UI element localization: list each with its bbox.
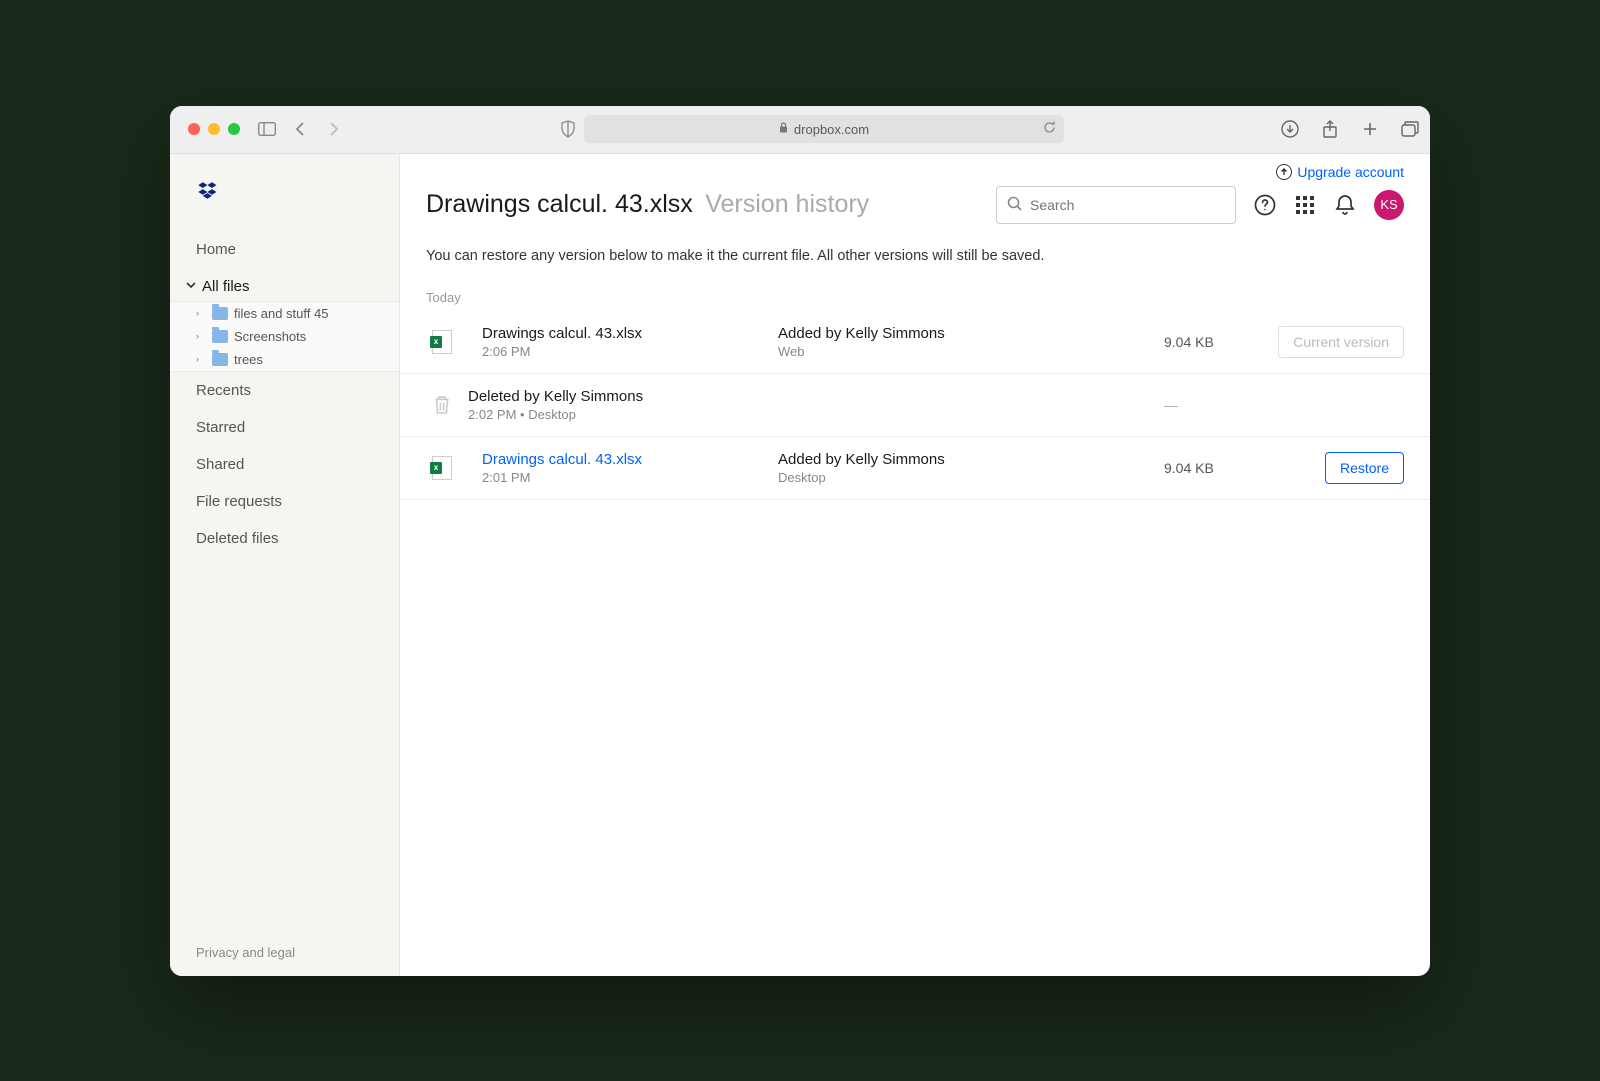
version-size: — bbox=[1164, 397, 1264, 413]
version-size: 9.04 KB bbox=[1164, 334, 1264, 350]
version-row[interactable]: Drawings calcul. 43.xlsx 2:06 PM Added b… bbox=[400, 311, 1430, 374]
version-file-name[interactable]: Drawings calcul. 43.xlsx bbox=[482, 451, 768, 468]
help-icon[interactable] bbox=[1254, 194, 1276, 216]
folder-icon bbox=[212, 307, 228, 320]
shield-icon[interactable] bbox=[560, 119, 576, 139]
chevron-down-icon bbox=[186, 281, 196, 292]
xlsx-file-icon bbox=[426, 452, 458, 484]
version-row-deleted[interactable]: Deleted by Kelly Simmons 2:02 PM • Deskt… bbox=[400, 374, 1430, 437]
avatar[interactable]: KS bbox=[1374, 190, 1404, 220]
search-input[interactable] bbox=[996, 186, 1236, 224]
page-subtitle: Version history bbox=[705, 190, 869, 218]
sidebar: Home All files › files and stuff 45 › Sc… bbox=[170, 154, 400, 976]
current-version-button: Current version bbox=[1278, 326, 1404, 358]
tree-item[interactable]: › Screenshots bbox=[170, 325, 399, 348]
trash-icon bbox=[426, 389, 458, 421]
sidebar-item-recents[interactable]: Recents bbox=[170, 372, 399, 409]
share-icon[interactable] bbox=[1320, 119, 1340, 139]
tabs-icon[interactable] bbox=[1400, 119, 1420, 139]
new-tab-icon[interactable] bbox=[1360, 119, 1380, 139]
version-source: Web bbox=[778, 344, 1154, 359]
safari-toolbar: dropbox.com bbox=[170, 106, 1430, 154]
minimize-window-button[interactable] bbox=[208, 123, 220, 135]
notifications-icon[interactable] bbox=[1334, 194, 1356, 216]
chevron-right-icon: › bbox=[196, 308, 206, 318]
main-content: Upgrade account Drawings calcul. 43.xlsx… bbox=[400, 154, 1430, 976]
lock-icon bbox=[779, 122, 788, 136]
tree-item[interactable]: › trees bbox=[170, 348, 399, 371]
sidebar-footer-link[interactable]: Privacy and legal bbox=[170, 929, 399, 976]
url-host: dropbox.com bbox=[794, 122, 869, 137]
version-added-by: Added by Kelly Simmons bbox=[778, 325, 1154, 342]
version-time: 2:01 PM bbox=[482, 470, 768, 485]
page-title-wrap: Drawings calcul. 43.xlsx Version history bbox=[426, 190, 869, 219]
sidebar-item-all-files[interactable]: All files bbox=[170, 268, 399, 301]
upgrade-icon bbox=[1276, 164, 1292, 180]
deleted-meta: 2:02 PM • Desktop bbox=[468, 407, 1154, 422]
sidebar-item-deleted-files[interactable]: Deleted files bbox=[170, 520, 399, 557]
sidebar-item-file-requests[interactable]: File requests bbox=[170, 483, 399, 520]
sidebar-item-starred[interactable]: Starred bbox=[170, 409, 399, 446]
upgrade-account-link[interactable]: Upgrade account bbox=[1276, 164, 1404, 180]
xlsx-file-icon bbox=[426, 326, 458, 358]
browser-window: dropbox.com bbox=[170, 106, 1430, 976]
version-row[interactable]: Drawings calcul. 43.xlsx 2:01 PM Added b… bbox=[400, 437, 1430, 500]
window-controls bbox=[188, 123, 240, 135]
chevron-right-icon: › bbox=[196, 354, 206, 364]
restore-note: You can restore any version below to mak… bbox=[400, 224, 1430, 272]
sidebar-item-shared[interactable]: Shared bbox=[170, 446, 399, 483]
section-label: Today bbox=[400, 272, 1430, 311]
apps-grid-icon[interactable] bbox=[1294, 194, 1316, 216]
version-added-by: Added by Kelly Simmons bbox=[778, 451, 1154, 468]
page-title: Drawings calcul. 43.xlsx bbox=[426, 190, 693, 218]
version-size: 9.04 KB bbox=[1164, 460, 1264, 476]
back-button[interactable] bbox=[290, 119, 310, 139]
restore-button[interactable]: Restore bbox=[1325, 452, 1404, 484]
version-time: 2:06 PM bbox=[482, 344, 768, 359]
folder-icon bbox=[212, 330, 228, 343]
address-bar[interactable]: dropbox.com bbox=[584, 115, 1064, 143]
version-file-name: Drawings calcul. 43.xlsx bbox=[482, 325, 768, 342]
sidebar-item-home[interactable]: Home bbox=[170, 231, 399, 268]
tree-item[interactable]: › files and stuff 45 bbox=[170, 302, 399, 325]
chevron-right-icon: › bbox=[196, 331, 206, 341]
search-icon bbox=[1007, 196, 1022, 214]
folder-icon bbox=[212, 353, 228, 366]
sidebar-toggle-icon[interactable] bbox=[258, 119, 276, 139]
close-window-button[interactable] bbox=[188, 123, 200, 135]
version-source: Desktop bbox=[778, 470, 1154, 485]
maximize-window-button[interactable] bbox=[228, 123, 240, 135]
dropbox-logo[interactable] bbox=[170, 154, 399, 231]
download-icon[interactable] bbox=[1280, 119, 1300, 139]
folder-tree: › files and stuff 45 › Screenshots › tre… bbox=[170, 301, 399, 372]
deleted-text: Deleted by Kelly Simmons bbox=[468, 388, 1154, 405]
forward-button[interactable] bbox=[324, 119, 344, 139]
reload-icon[interactable] bbox=[1043, 121, 1056, 137]
